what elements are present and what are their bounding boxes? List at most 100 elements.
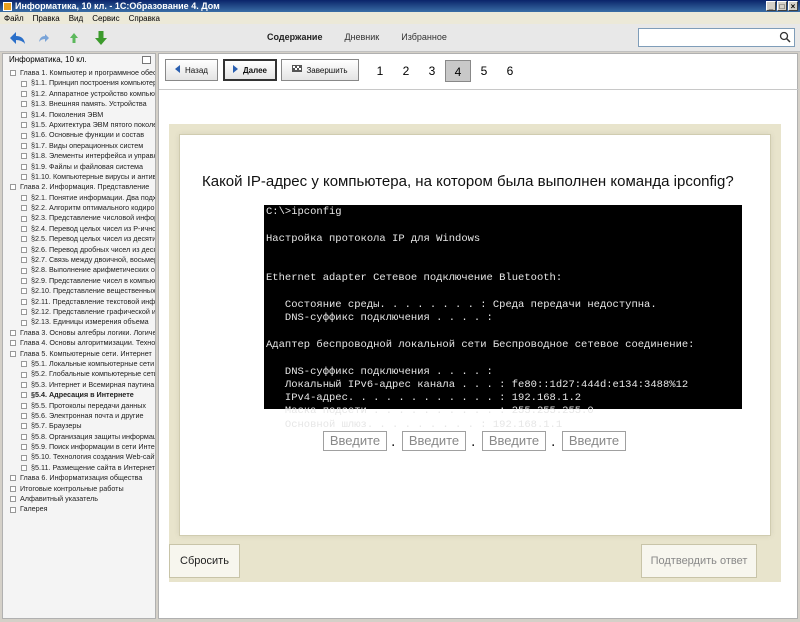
tree-item-label: §5.4. Адресация в Интернете (31, 390, 134, 400)
tree-section-item[interactable]: §2.8. Выполнение арифметических операций (3, 265, 155, 275)
menu-edit[interactable]: Правка (33, 14, 60, 23)
page-icon (21, 454, 27, 461)
ip-octet-1-input[interactable]: Введите (323, 431, 387, 451)
tree-item-label: §2.9. Представление чисел в компьютере (31, 275, 155, 285)
tree-chapter-item[interactable]: Итоговые контрольные работы (3, 484, 155, 494)
tree-section-item[interactable]: §1.3. Внешняя память. Устройства (3, 99, 155, 109)
pin-icon[interactable] (142, 56, 151, 64)
tree-section-item[interactable]: §5.8. Организация защиты информации (3, 432, 155, 442)
page-6[interactable]: 6 (497, 60, 523, 82)
tree-chapter-item[interactable]: Глава 5. Компьютерные сети. Интернет (3, 349, 155, 359)
tree-section-item[interactable]: §2.11. Представление текстовой информаци… (3, 297, 155, 307)
page-icon (21, 153, 27, 160)
tree-section-item[interactable]: §1.2. Аппаратное устройство компьютера (3, 89, 155, 99)
page-3[interactable]: 3 (419, 60, 445, 82)
maximize-button[interactable]: □ (777, 1, 787, 11)
tree-section-item[interactable]: §2.12. Представление графической информа… (3, 307, 155, 317)
tree-chapter-item[interactable]: Глава 4. Основы алгоритмизации. Технолог… (3, 338, 155, 348)
tree-section-item[interactable]: §5.11. Размещение сайта в Интернете (3, 463, 155, 473)
search-icon[interactable] (779, 31, 791, 46)
page-2[interactable]: 2 (393, 60, 419, 82)
up-arrow-icon[interactable] (66, 29, 82, 47)
tab-diary[interactable]: Дневник (344, 32, 379, 42)
next-button[interactable]: Далее (223, 59, 277, 81)
tree-section-item[interactable]: §2.4. Перевод целых чисел из P-ичной (3, 224, 155, 234)
finish-button[interactable]: Завершить (281, 59, 359, 81)
tree-section-item[interactable]: §2.7. Связь между двоичной, восьмеричной (3, 255, 155, 265)
tab-contents[interactable]: Содержание (267, 32, 322, 42)
page-5[interactable]: 5 (471, 60, 497, 82)
lesson-controls: Назад Далее Завершить 1 2 3 4 5 6 (159, 54, 799, 90)
page-1[interactable]: 1 (367, 60, 393, 82)
next-label: Далее (242, 65, 268, 75)
nav-tabs: Содержание Дневник Избранное (267, 32, 447, 42)
search-input[interactable] (638, 28, 795, 47)
menu-service[interactable]: Сервис (92, 14, 119, 23)
page-icon (21, 132, 27, 139)
tree-section-item[interactable]: §5.2. Глобальные компьютерные сети (3, 369, 155, 379)
page-icon (21, 392, 27, 399)
tree-section-item[interactable]: §5.3. Интернет и Всемирная паутина (3, 380, 155, 390)
tree-item-label: §5.11. Размещение сайта в Интернете (31, 462, 155, 472)
tree-section-item[interactable]: §5.10. Технология создания Web-сайта (3, 452, 155, 462)
console-screenshot: C:\>ipconfig Настройка протокола IP для W… (264, 205, 742, 431)
menu-help[interactable]: Справка (129, 14, 160, 23)
tree-section-item[interactable]: §5.4. Адресация в Интернете (3, 390, 155, 400)
tab-favorites[interactable]: Избранное (401, 32, 447, 42)
expand-toggle-icon (10, 475, 16, 482)
tree-chapter-item[interactable]: Глава 6. Информатизация общества (3, 473, 155, 483)
tree-chapter-item[interactable]: Алфавитный указатель (3, 494, 155, 504)
back-button[interactable]: Назад (165, 59, 218, 81)
forward-arrow-icon[interactable] (36, 29, 52, 47)
tree-section-item[interactable]: §2.1. Понятие информации. Два подхода (3, 193, 155, 203)
tree-section-item[interactable]: §1.1. Принцип построения компьютера (3, 78, 155, 88)
ip-octet-2-input[interactable]: Введите (402, 431, 466, 451)
tree-chapter-item[interactable]: Глава 3. Основы алгебры логики. Логическ… (3, 328, 155, 338)
confirm-answer-button[interactable]: Подтвердить ответ (641, 544, 757, 578)
tree-section-item[interactable]: §5.1. Локальные компьютерные сети (3, 359, 155, 369)
tree-section-item[interactable]: §2.9. Представление чисел в компьютере (3, 276, 155, 286)
tree-section-item[interactable]: §1.5. Архитектура ЭВМ пятого поколения (3, 120, 155, 130)
tree-section-item[interactable]: §1.8. Элементы интерфейса и управления (3, 151, 155, 161)
page-4-current[interactable]: 4 (445, 60, 471, 82)
expand-toggle-icon (10, 184, 16, 191)
ip-dot-2: . (471, 433, 476, 450)
tree-item-label: Глава 6. Информатизация общества (20, 473, 143, 483)
tree-chapter-item[interactable]: Галерея (3, 504, 155, 514)
page-icon (21, 194, 27, 201)
tree-section-item[interactable]: §2.6. Перевод дробных чисел из десятично… (3, 245, 155, 255)
expand-toggle-icon (10, 340, 16, 347)
tree-item-label: §1.1. Принцип построения компьютера (31, 78, 155, 88)
console-line: Ethernet adapter Сетевое подключение Blu… (266, 272, 563, 285)
minimize-button[interactable]: _ (766, 1, 776, 11)
menu-view[interactable]: Вид (69, 14, 83, 23)
tree-section-item[interactable]: §5.5. Протоколы передачи данных (3, 401, 155, 411)
tree-section-item[interactable]: §2.13. Единицы измерения объема (3, 317, 155, 327)
tree-section-item[interactable]: §5.6. Электронная почта и другие (3, 411, 155, 421)
tree-section-item[interactable]: §2.3. Представление числовой информации (3, 213, 155, 223)
tree-section-item[interactable]: §1.6. Основные функции и состав (3, 130, 155, 140)
tree-section-item[interactable]: §1.4. Поколения ЭВМ (3, 110, 155, 120)
tree-chapter-item[interactable]: Глава 1. Компьютер и программное обеспеч… (3, 68, 155, 78)
tree-section-item[interactable]: §2.10. Представление вещественных чисел (3, 286, 155, 296)
tree-section-item[interactable]: §1.7. Виды операционных систем (3, 141, 155, 151)
tree-section-item[interactable]: §5.7. Браузеры (3, 421, 155, 431)
tree-section-item[interactable]: §2.2. Алгоритм оптимального кодирования (3, 203, 155, 213)
tree-section-item[interactable]: §1.10. Компьютерные вирусы и антивирусы (3, 172, 155, 182)
tree-item-label: §1.10. Компьютерные вирусы и антивирусы (31, 171, 155, 181)
tree-section-item[interactable]: §5.9. Поиск информации в сети Интернет (3, 442, 155, 452)
back-arrow-icon[interactable] (8, 29, 28, 47)
tree-chapter-item[interactable]: Глава 2. Информация. Представление (3, 182, 155, 192)
menu-file[interactable]: Файл (4, 14, 24, 23)
ip-dot-3: . (551, 433, 556, 450)
ip-octet-4-input[interactable]: Введите (562, 431, 626, 451)
down-arrow-icon[interactable] (92, 29, 110, 47)
tree-section-item[interactable]: §2.5. Перевод целых чисел из десятичной (3, 234, 155, 244)
close-button[interactable]: × (788, 1, 798, 11)
ip-octet-3-input[interactable]: Введите (482, 431, 546, 451)
reset-button[interactable]: Сбросить (169, 544, 240, 578)
page-icon (21, 111, 27, 118)
tree-item-label: §5.2. Глобальные компьютерные сети (31, 369, 155, 379)
page-numbers: 1 2 3 4 5 6 (367, 60, 523, 82)
tree-section-item[interactable]: §1.9. Файлы и файловая система (3, 162, 155, 172)
